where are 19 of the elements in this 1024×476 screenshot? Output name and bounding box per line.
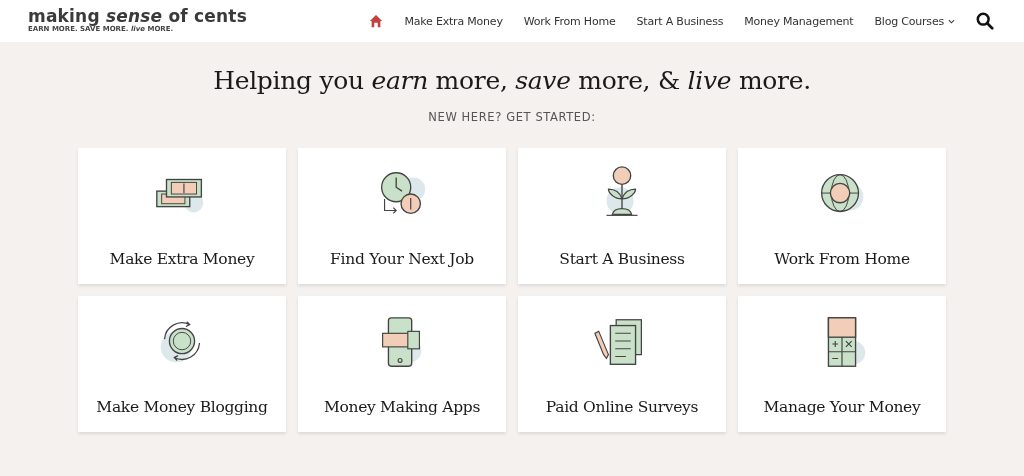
category-card[interactable]: Start A Business: [518, 148, 726, 284]
nav-link[interactable]: Money Management: [744, 14, 854, 28]
home-icon[interactable]: [369, 14, 384, 28]
category-card[interactable]: Paid Online Surveys: [518, 296, 726, 432]
category-card[interactable]: Find Your Next Job: [298, 148, 506, 284]
caret-icon: [948, 18, 955, 24]
nav-link[interactable]: Make Extra Money: [404, 14, 503, 28]
category-card[interactable]: Make Extra Money: [78, 148, 286, 284]
nav-dropdown[interactable]: Blog Courses: [874, 14, 955, 28]
category-card[interactable]: Manage Your Money: [738, 296, 946, 432]
search-icon[interactable]: [976, 12, 994, 30]
category-card[interactable]: Money Making Apps: [298, 296, 506, 432]
category-card[interactable]: Work From Home: [738, 148, 946, 284]
headline: Helping you earn more, save more, & live more.: [213, 65, 811, 97]
nav-link[interactable]: Start A Business: [636, 14, 724, 28]
category-card[interactable]: Make Money Blogging: [78, 296, 286, 432]
nav-link[interactable]: Work From Home: [523, 14, 616, 28]
logo-title[interactable]: making sense of cents: [28, 8, 247, 25]
subtitle: NEW HERE? GET STARTED:: [428, 110, 596, 124]
